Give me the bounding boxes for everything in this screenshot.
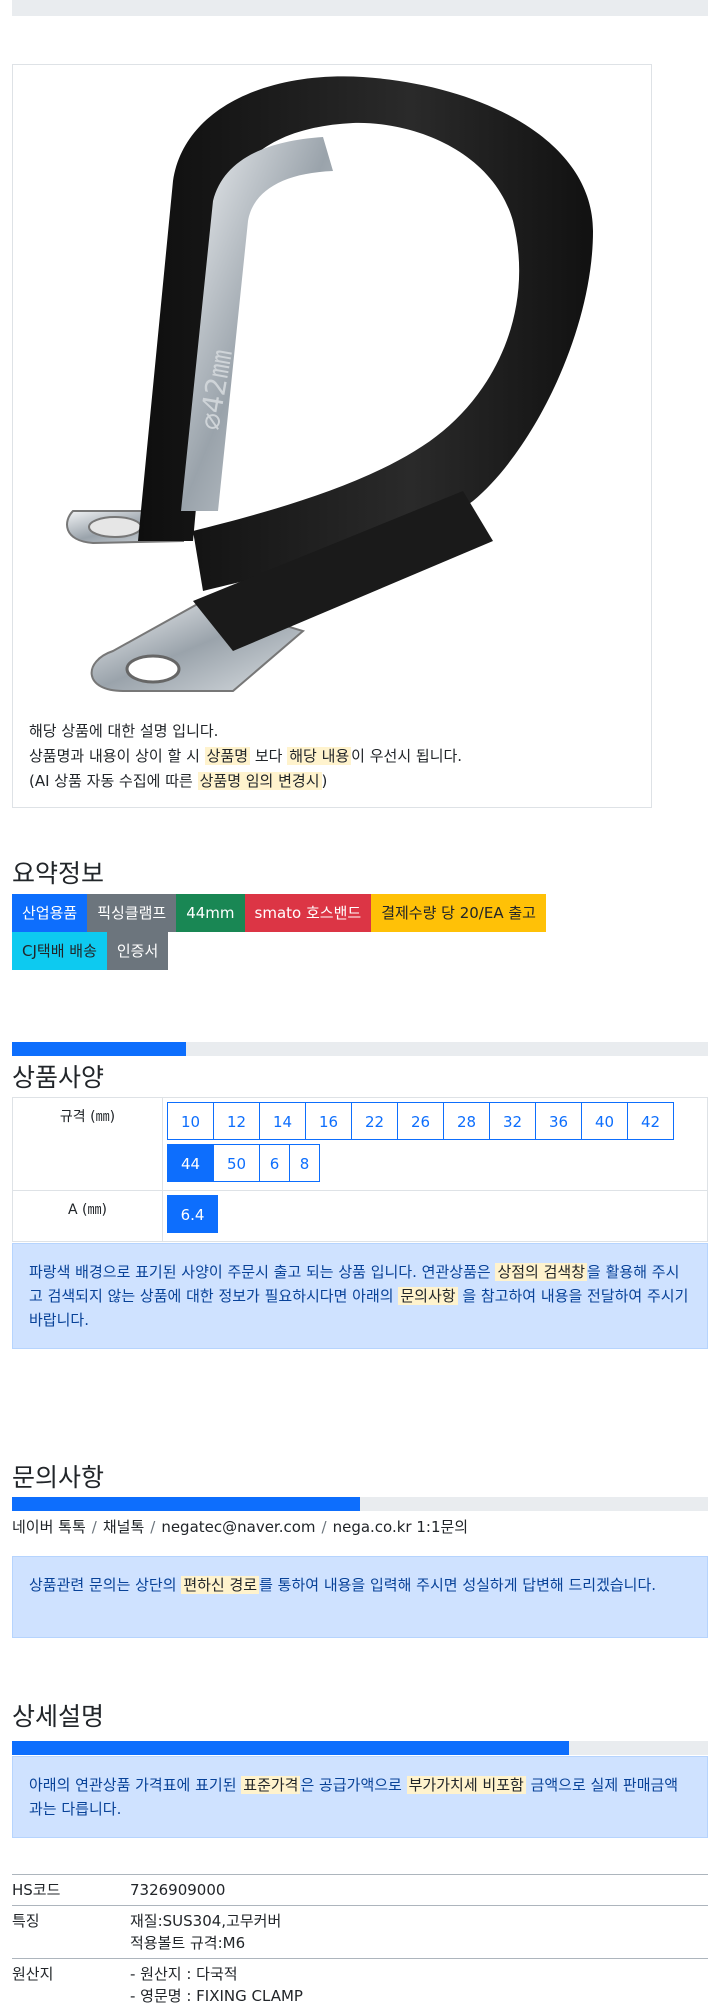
option-size-28[interactable]: 28 bbox=[443, 1102, 490, 1140]
badge-category: 산업용품 bbox=[12, 894, 88, 932]
badge-quantity: 결제수량 당 20/EA 출고 bbox=[371, 894, 546, 932]
info-value-line: 재질:SUS304,고무커버 bbox=[130, 1912, 282, 1930]
badge-brand: smato 호스밴드 bbox=[244, 894, 372, 932]
desc-text: ) bbox=[321, 772, 328, 790]
detail-title: 상세설명 bbox=[12, 1702, 105, 1731]
info-value: - 원산지 : 다국적 - 영문명 : FIXING CLAMP bbox=[130, 1958, 708, 2008]
highlight: 표준가격 bbox=[241, 1776, 301, 1794]
channel-naver-talk[interactable]: 네이버 톡톡 bbox=[12, 1518, 86, 1536]
highlight: 편하신 경로 bbox=[181, 1576, 260, 1594]
option-size-6[interactable]: 6 bbox=[259, 1144, 290, 1182]
info-row-hs-code: HS코드 7326909000 bbox=[12, 1874, 708, 1906]
badge-shipping: CJ택배 배송 bbox=[12, 932, 107, 970]
desc-text: (AI 상품 자동 수집에 따른 bbox=[29, 772, 198, 790]
desc-text: 이 우선시 됩니다. bbox=[351, 747, 463, 765]
detail-progress bbox=[12, 1741, 708, 1755]
notice-text: 아래의 연관상품 가격표에 표기된 bbox=[29, 1776, 242, 1794]
inquiry-title: 문의사항 bbox=[12, 1463, 105, 1492]
highlight: 부가가치세 비포함 bbox=[406, 1776, 526, 1794]
spec-options-a: 6.4 bbox=[162, 1190, 708, 1242]
option-size-16[interactable]: 16 bbox=[305, 1102, 352, 1140]
option-a-6-4-selected[interactable]: 6.4 bbox=[167, 1195, 218, 1233]
highlight: 상품명 bbox=[204, 747, 251, 765]
option-size-32[interactable]: 32 bbox=[489, 1102, 536, 1140]
summary-badges: 산업용품 픽싱클램프 44mm smato 호스밴드 결제수량 당 20/EA … bbox=[12, 894, 652, 970]
highlight: 상품명 임의 변경시 bbox=[197, 772, 322, 790]
inquiry-progress-fill bbox=[12, 1497, 360, 1511]
spec-progress-fill bbox=[12, 1042, 186, 1056]
product-description: 해당 상품에 대한 설명 입니다. 상품명과 내용이 상이 할 시 상품명 보다… bbox=[29, 719, 462, 794]
desc-line-3: (AI 상품 자동 수집에 따른 상품명 임의 변경시) bbox=[29, 769, 462, 794]
option-size-44-selected[interactable]: 44 bbox=[167, 1144, 214, 1182]
detail-info-table: HS코드 7326909000 특징 재질:SUS304,고무커버적용볼트 규격… bbox=[12, 1874, 708, 2008]
option-size-14[interactable]: 14 bbox=[259, 1102, 306, 1140]
option-size-8[interactable]: 8 bbox=[289, 1144, 320, 1182]
spec-table: 규격 (㎜) 10 12 14 16 22 26 28 32 36 40 42 … bbox=[12, 1097, 708, 1242]
option-size-12[interactable]: 12 bbox=[213, 1102, 260, 1140]
spec-title: 상품사양 bbox=[12, 1063, 105, 1092]
info-row-feature: 특징 재질:SUS304,고무커버적용볼트 규격:M6 bbox=[12, 1905, 708, 1959]
detail-notice: 아래의 연관상품 가격표에 표기된 표준가격 은 공급가액으로 부가가치세 비포함… bbox=[12, 1756, 708, 1838]
desc-line-1: 해당 상품에 대한 설명 입니다. bbox=[29, 722, 219, 740]
info-value-line: - 영문명 : FIXING CLAMP bbox=[130, 1987, 303, 2005]
contact-channels: 네이버 톡톡 / 채널톡 / negatec@naver.com / nega.co.kr … bbox=[12, 1518, 469, 1536]
spec-label-a: A (㎜) bbox=[12, 1190, 163, 1242]
top-progress-bar bbox=[12, 0, 708, 16]
desc-text: 보다 bbox=[250, 747, 288, 765]
option-size-26[interactable]: 26 bbox=[397, 1102, 444, 1140]
info-key: 특징 bbox=[12, 1905, 130, 1959]
notice-text: 파랑색 배경으로 표기된 사양이 주문시 출고 되는 상품 입니다. 연관상품은 bbox=[29, 1263, 496, 1281]
channel-email[interactable]: negatec@naver.com bbox=[161, 1518, 315, 1536]
info-value-line: 적용볼트 규격:M6 bbox=[130, 1934, 246, 1952]
info-key: 원산지 bbox=[12, 1958, 130, 2008]
inquiry-notice: 상품관련 문의는 상단의 편하신 경로 를 통하여 내용을 입력해 주시면 성실하… bbox=[12, 1556, 708, 1638]
badge-size: 44mm bbox=[176, 894, 245, 932]
channel-website-inquiry[interactable]: nega.co.kr 1:1문의 bbox=[333, 1518, 469, 1536]
notice-text: 은 공급가액으로 bbox=[300, 1776, 407, 1794]
spec-row-a: A (㎜) 6.4 bbox=[12, 1190, 708, 1242]
option-size-22[interactable]: 22 bbox=[351, 1102, 398, 1140]
badge-type: 픽싱클램프 bbox=[87, 894, 177, 932]
option-size-42[interactable]: 42 bbox=[627, 1102, 674, 1140]
info-value-line: - 원산지 : 다국적 bbox=[130, 1965, 238, 1983]
info-value: 7326909000 bbox=[130, 1874, 708, 1906]
highlight: 상점의 검색창 bbox=[495, 1263, 588, 1281]
desc-line-2: 상품명과 내용이 상이 할 시 상품명 보다 해당 내용 이 우선시 됩니다. bbox=[29, 744, 462, 769]
spec-label-size: 규격 (㎜) bbox=[12, 1097, 163, 1191]
info-key: HS코드 bbox=[12, 1874, 130, 1906]
option-size-50[interactable]: 50 bbox=[213, 1144, 260, 1182]
notice-text: 상품관련 문의는 상단의 bbox=[29, 1576, 182, 1594]
spec-notice: 파랑색 배경으로 표기된 사양이 주문시 출고 되는 상품 입니다. 연관상품은… bbox=[12, 1243, 708, 1349]
option-size-36[interactable]: 36 bbox=[535, 1102, 582, 1140]
info-value-line: 7326909000 bbox=[130, 1881, 226, 1899]
highlight: 문의사항 bbox=[398, 1287, 458, 1305]
spec-row-size: 규격 (㎜) 10 12 14 16 22 26 28 32 36 40 42 … bbox=[12, 1097, 708, 1191]
option-size-10[interactable]: 10 bbox=[167, 1102, 214, 1140]
summary-title: 요약정보 bbox=[12, 859, 105, 888]
info-value: 재질:SUS304,고무커버적용볼트 규격:M6 bbox=[130, 1905, 708, 1959]
product-image: ⌀42㎜ bbox=[66, 76, 593, 692]
detail-progress-fill bbox=[12, 1741, 569, 1755]
badge-certificate: 인증서 bbox=[106, 932, 169, 970]
inquiry-progress bbox=[12, 1497, 708, 1511]
notice-text: 를 통하여 내용을 입력해 주시면 성실하게 답변해 드리겠습니다. bbox=[259, 1576, 657, 1594]
info-row-origin: 원산지 - 원산지 : 다국적 - 영문명 : FIXING CLAMP bbox=[12, 1958, 708, 2008]
desc-text: 상품명과 내용이 상이 할 시 bbox=[29, 747, 205, 765]
spec-options-size: 10 12 14 16 22 26 28 32 36 40 42 44 50 6… bbox=[162, 1097, 708, 1191]
option-size-40[interactable]: 40 bbox=[581, 1102, 628, 1140]
spec-progress bbox=[12, 1042, 708, 1056]
highlight: 해당 내용 bbox=[287, 747, 352, 765]
product-card: ⌀42㎜ 해당 상품에 대한 설명 입니다. 상품명과 내용이 상이 할 시 상… bbox=[12, 64, 652, 808]
channel-channeltalk[interactable]: 채널톡 bbox=[103, 1518, 144, 1536]
